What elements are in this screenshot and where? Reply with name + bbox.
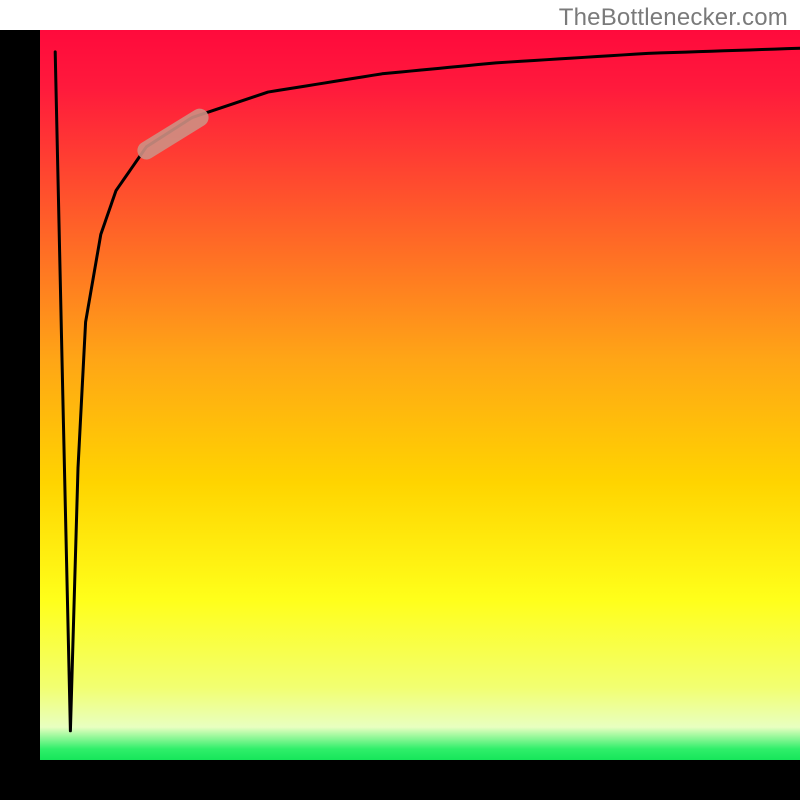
- y-axis: [0, 30, 40, 800]
- bottleneck-chart: [0, 0, 800, 800]
- chart-container: TheBottlenecker.com: [0, 0, 800, 800]
- watermark-text: TheBottlenecker.com: [559, 4, 788, 32]
- x-axis: [0, 760, 800, 800]
